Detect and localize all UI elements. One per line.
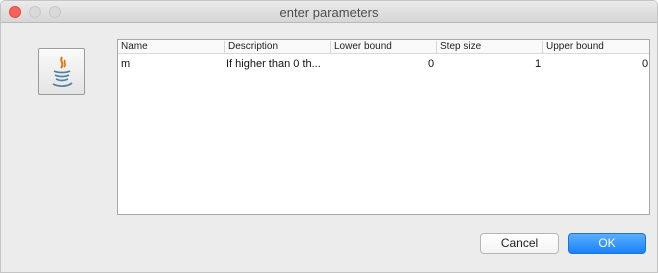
column-header-step-size[interactable]: Step size (436, 41, 481, 53)
column-header-description[interactable]: Description (224, 41, 278, 53)
cell-name[interactable]: m (121, 58, 130, 70)
cell-lower-bound[interactable]: 0 (428, 58, 434, 70)
window-title: enter parameters (279, 5, 379, 20)
java-cup-icon (38, 48, 85, 95)
ok-button[interactable]: OK (568, 233, 646, 254)
cell-upper-bound[interactable]: 0 (642, 58, 648, 70)
dialog-window: enter parameters Name Description Lower … (0, 0, 658, 273)
column-header-lower-bound[interactable]: Lower bound (330, 41, 392, 53)
column-header-name[interactable]: Name (118, 41, 148, 53)
parameters-table[interactable]: Name Description Lower bound Step size U… (117, 39, 650, 215)
table-header: Name Description Lower bound Step size U… (118, 40, 649, 54)
table-row[interactable]: m If higher than 0 th... 0 1 0 (118, 55, 649, 71)
cell-step-size[interactable]: 1 (535, 58, 541, 70)
cell-description[interactable]: If higher than 0 th... (226, 58, 321, 70)
column-header-upper-bound[interactable]: Upper bound (542, 41, 604, 53)
title-bar[interactable]: enter parameters (1, 1, 657, 23)
cancel-button[interactable]: Cancel (480, 233, 559, 254)
